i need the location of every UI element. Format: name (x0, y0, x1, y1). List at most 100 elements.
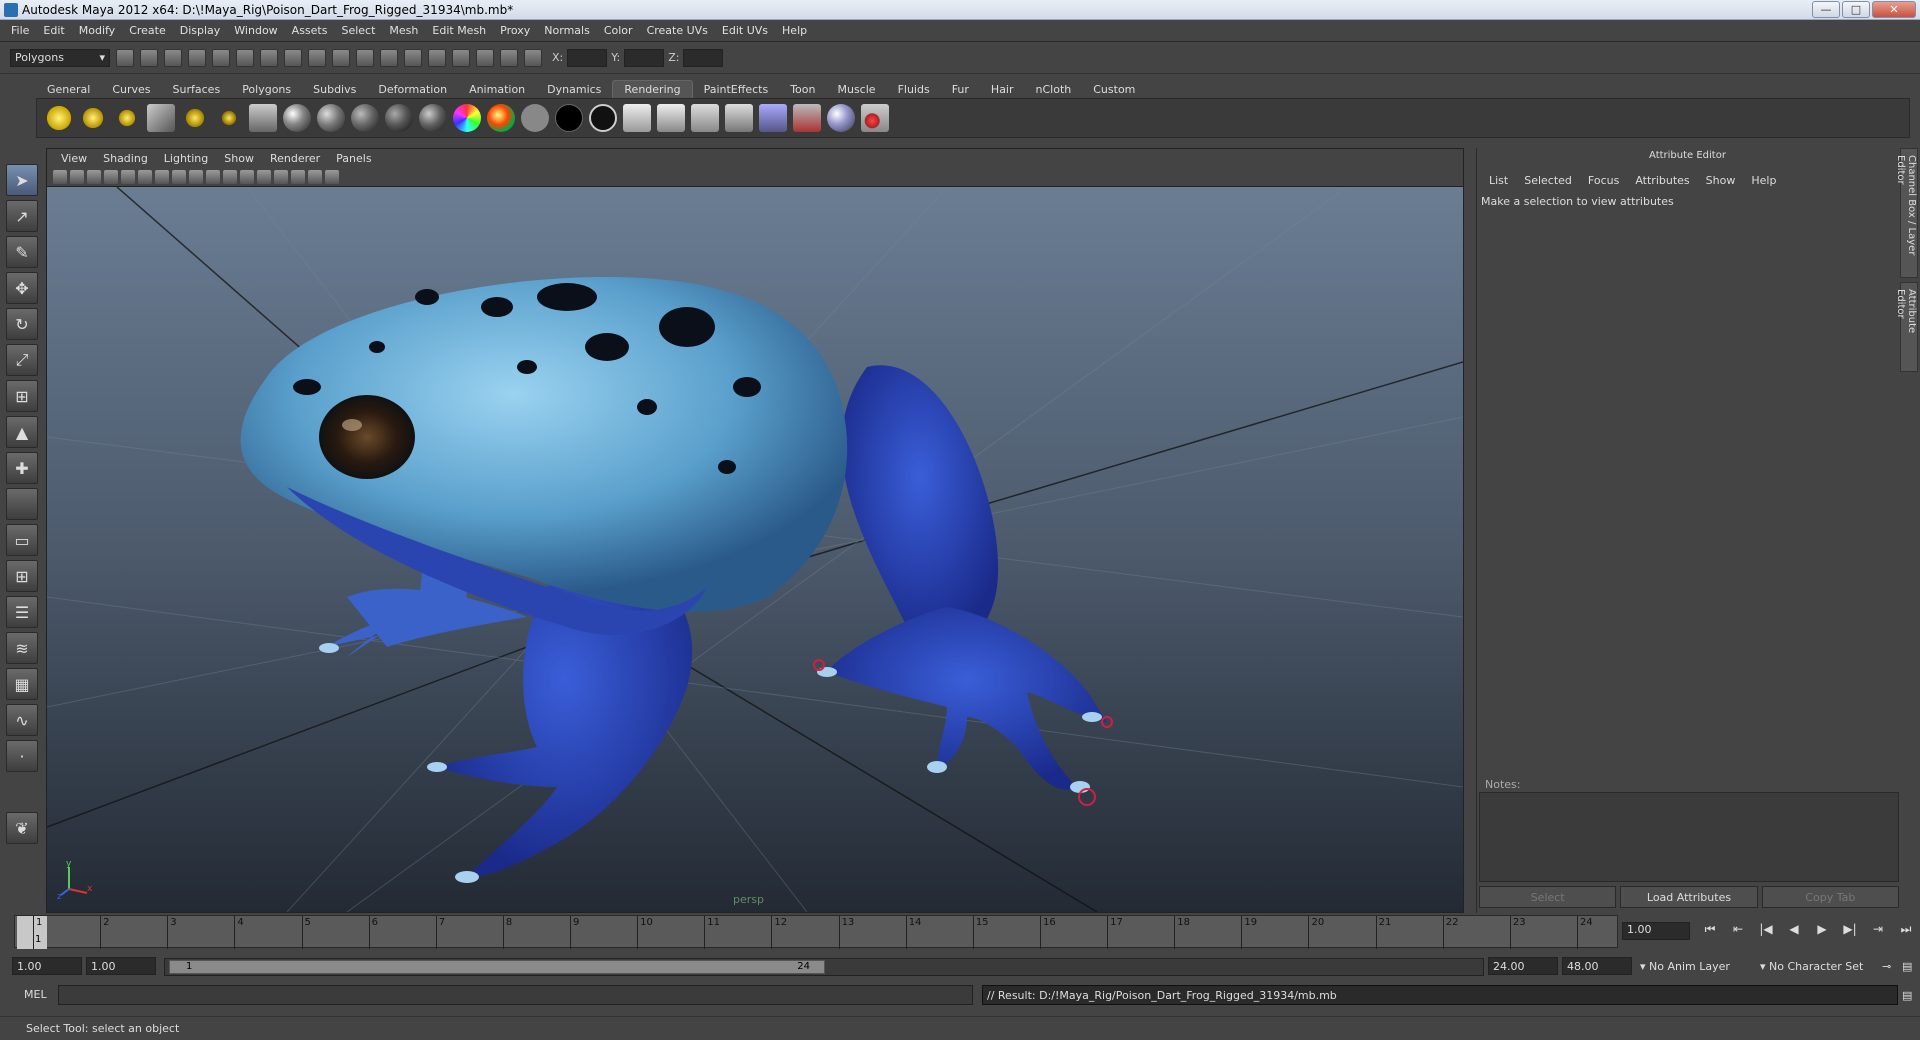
ramp-shader-icon[interactable] (453, 104, 481, 132)
viewport-menu-lighting[interactable]: Lighting (156, 152, 216, 165)
new-scene-icon[interactable] (116, 48, 134, 67)
grid-toggle-icon[interactable] (155, 169, 169, 184)
paint-brush-icon[interactable] (861, 104, 889, 132)
select-tool-icon[interactable]: ➤ (6, 164, 38, 196)
tool-settings-toggle-icon[interactable] (524, 48, 542, 67)
menu-display[interactable]: Display (173, 24, 228, 37)
menu-color[interactable]: Color (597, 24, 640, 37)
step-back-frame-icon[interactable]: |◀ (1756, 922, 1776, 937)
menu-normals[interactable]: Normals (537, 24, 597, 37)
shelf-tab-dynamics[interactable]: Dynamics (536, 81, 612, 98)
range-slider-handle[interactable]: 1 24 (169, 960, 825, 974)
attr-menu-attributes[interactable]: Attributes (1627, 174, 1697, 187)
surface-shader-icon[interactable] (521, 104, 549, 132)
character-set-dropdown[interactable]: ▾ No Character Set (1760, 960, 1863, 973)
perspective-viewport[interactable]: View Shading Lighting Show Renderer Pane… (46, 148, 1464, 913)
paint-select-tool-icon[interactable]: ✎ (6, 236, 38, 268)
attr-menu-show[interactable]: Show (1698, 174, 1744, 187)
command-input[interactable] (58, 985, 973, 1005)
shelf-tab-muscle[interactable]: Muscle (826, 81, 886, 98)
attr-menu-focus[interactable]: Focus (1580, 174, 1627, 187)
time-slider[interactable]: 1 1 2 3 4 5 6 7 8 9 10 11 12 13 14 15 16 17 18 19 20 21 22 23 2… (14, 915, 1618, 949)
four-view-layout-icon[interactable]: ⊞ (6, 560, 38, 592)
ocean-shader-icon[interactable] (589, 104, 617, 132)
viewport-menu-shading[interactable]: Shading (95, 152, 156, 165)
move-tool-icon[interactable]: ✥ (6, 272, 38, 304)
menu-modify[interactable]: Modify (72, 24, 122, 37)
viewport-menu-show[interactable]: Show (216, 152, 262, 165)
menu-edit-uvs[interactable]: Edit UVs (715, 24, 775, 37)
wireframe-icon[interactable] (206, 169, 220, 184)
shelf-tab-subdivs[interactable]: Subdivs (302, 81, 367, 98)
start-time-field[interactable]: 1.00 (12, 957, 82, 975)
maximize-button[interactable]: □ (1842, 1, 1870, 18)
select-hierarchy-icon[interactable] (188, 48, 206, 67)
rotate-tool-icon[interactable]: ↻ (6, 308, 38, 340)
auto-key-icon[interactable]: ⊸ (1882, 960, 1891, 973)
menu-edit[interactable]: Edit (36, 24, 71, 37)
attr-menu-help[interactable]: Help (1743, 174, 1784, 187)
history-icon[interactable] (356, 48, 374, 67)
use-background-icon[interactable] (555, 104, 583, 132)
select-button[interactable]: Select (1479, 886, 1617, 908)
play-forwards-icon[interactable]: ▶ (1812, 922, 1832, 937)
directional-light-icon[interactable] (79, 104, 107, 132)
xray-joints-icon[interactable] (325, 169, 339, 184)
shelf-tab-toon[interactable]: Toon (779, 81, 826, 98)
snap-point-icon[interactable] (308, 48, 326, 67)
safe-title-icon[interactable] (189, 169, 203, 184)
render-settings-icon[interactable] (428, 48, 446, 67)
shelf-tab-curves[interactable]: Curves (101, 81, 161, 98)
range-slider[interactable]: 1 24 (164, 958, 1484, 976)
attr-menu-selected[interactable]: Selected (1516, 174, 1580, 187)
snap-plane-icon[interactable] (332, 48, 350, 67)
phong-icon[interactable] (351, 104, 379, 132)
shelf-tab-ncloth[interactable]: nCloth (1025, 81, 1083, 98)
shelf-tab-animation[interactable]: Animation (458, 81, 536, 98)
universal-manipulator-icon[interactable]: ⊞ (6, 380, 38, 412)
hypershade-shelf-icon[interactable] (793, 104, 821, 132)
image-plane-icon[interactable] (104, 169, 118, 184)
shelf-tab-polygons[interactable]: Polygons (231, 81, 302, 98)
blinn-icon[interactable] (283, 104, 311, 132)
shelf-tab-painteffects[interactable]: PaintEffects (693, 81, 780, 98)
close-button[interactable]: ✕ (1872, 1, 1916, 18)
select-component-icon[interactable] (236, 48, 254, 67)
snap-grid-icon[interactable] (260, 48, 278, 67)
anisotropic-icon[interactable] (419, 104, 447, 132)
lambert-icon[interactable] (317, 104, 345, 132)
minimize-button[interactable]: — (1812, 1, 1840, 18)
batch-render-icon[interactable] (725, 104, 753, 132)
scene-view[interactable]: y x z persp (47, 187, 1463, 912)
current-frame-marker[interactable] (17, 916, 47, 949)
film-gate-icon[interactable] (121, 169, 135, 184)
menu-create-uvs[interactable]: Create UVs (640, 24, 715, 37)
render-current-icon[interactable] (657, 104, 685, 132)
save-scene-icon[interactable] (164, 48, 182, 67)
outliner-persp-layout-icon[interactable]: ☰ (6, 596, 38, 628)
bookmark-icon[interactable] (87, 169, 101, 184)
step-forward-key-icon[interactable]: ⇥ (1868, 922, 1888, 937)
graph-persp-layout-icon[interactable]: ≋ (6, 632, 38, 664)
hypershade-icon[interactable] (452, 48, 470, 67)
menu-file[interactable]: File (4, 24, 36, 37)
shelf-tab-general[interactable]: General (36, 81, 101, 98)
xray-icon[interactable] (308, 169, 322, 184)
volume-light-icon[interactable] (215, 104, 243, 132)
shelf-tab-deformation[interactable]: Deformation (367, 81, 458, 98)
load-attributes-button[interactable]: Load Attributes (1620, 886, 1758, 908)
menu-help[interactable]: Help (775, 24, 814, 37)
shelf-tab-rendering[interactable]: Rendering (612, 80, 693, 98)
viewport-menu-panels[interactable]: Panels (328, 152, 379, 165)
shelf-tab-surfaces[interactable]: Surfaces (162, 81, 232, 98)
shelf-tab-fur[interactable]: Fur (941, 81, 980, 98)
render-view-icon[interactable] (623, 104, 651, 132)
attribute-editor-tab[interactable]: Attribute Editor (1895, 282, 1918, 372)
viewport-menu-view[interactable]: View (53, 152, 95, 165)
x-field[interactable] (567, 48, 608, 67)
menu-proxy[interactable]: Proxy (493, 24, 537, 37)
script-editor-icon[interactable]: ▤ (1902, 989, 1912, 1002)
playback-end-field[interactable]: 24.00 (1488, 957, 1558, 975)
notes-textarea[interactable] (1479, 792, 1899, 882)
shadows-icon[interactable] (274, 169, 288, 184)
